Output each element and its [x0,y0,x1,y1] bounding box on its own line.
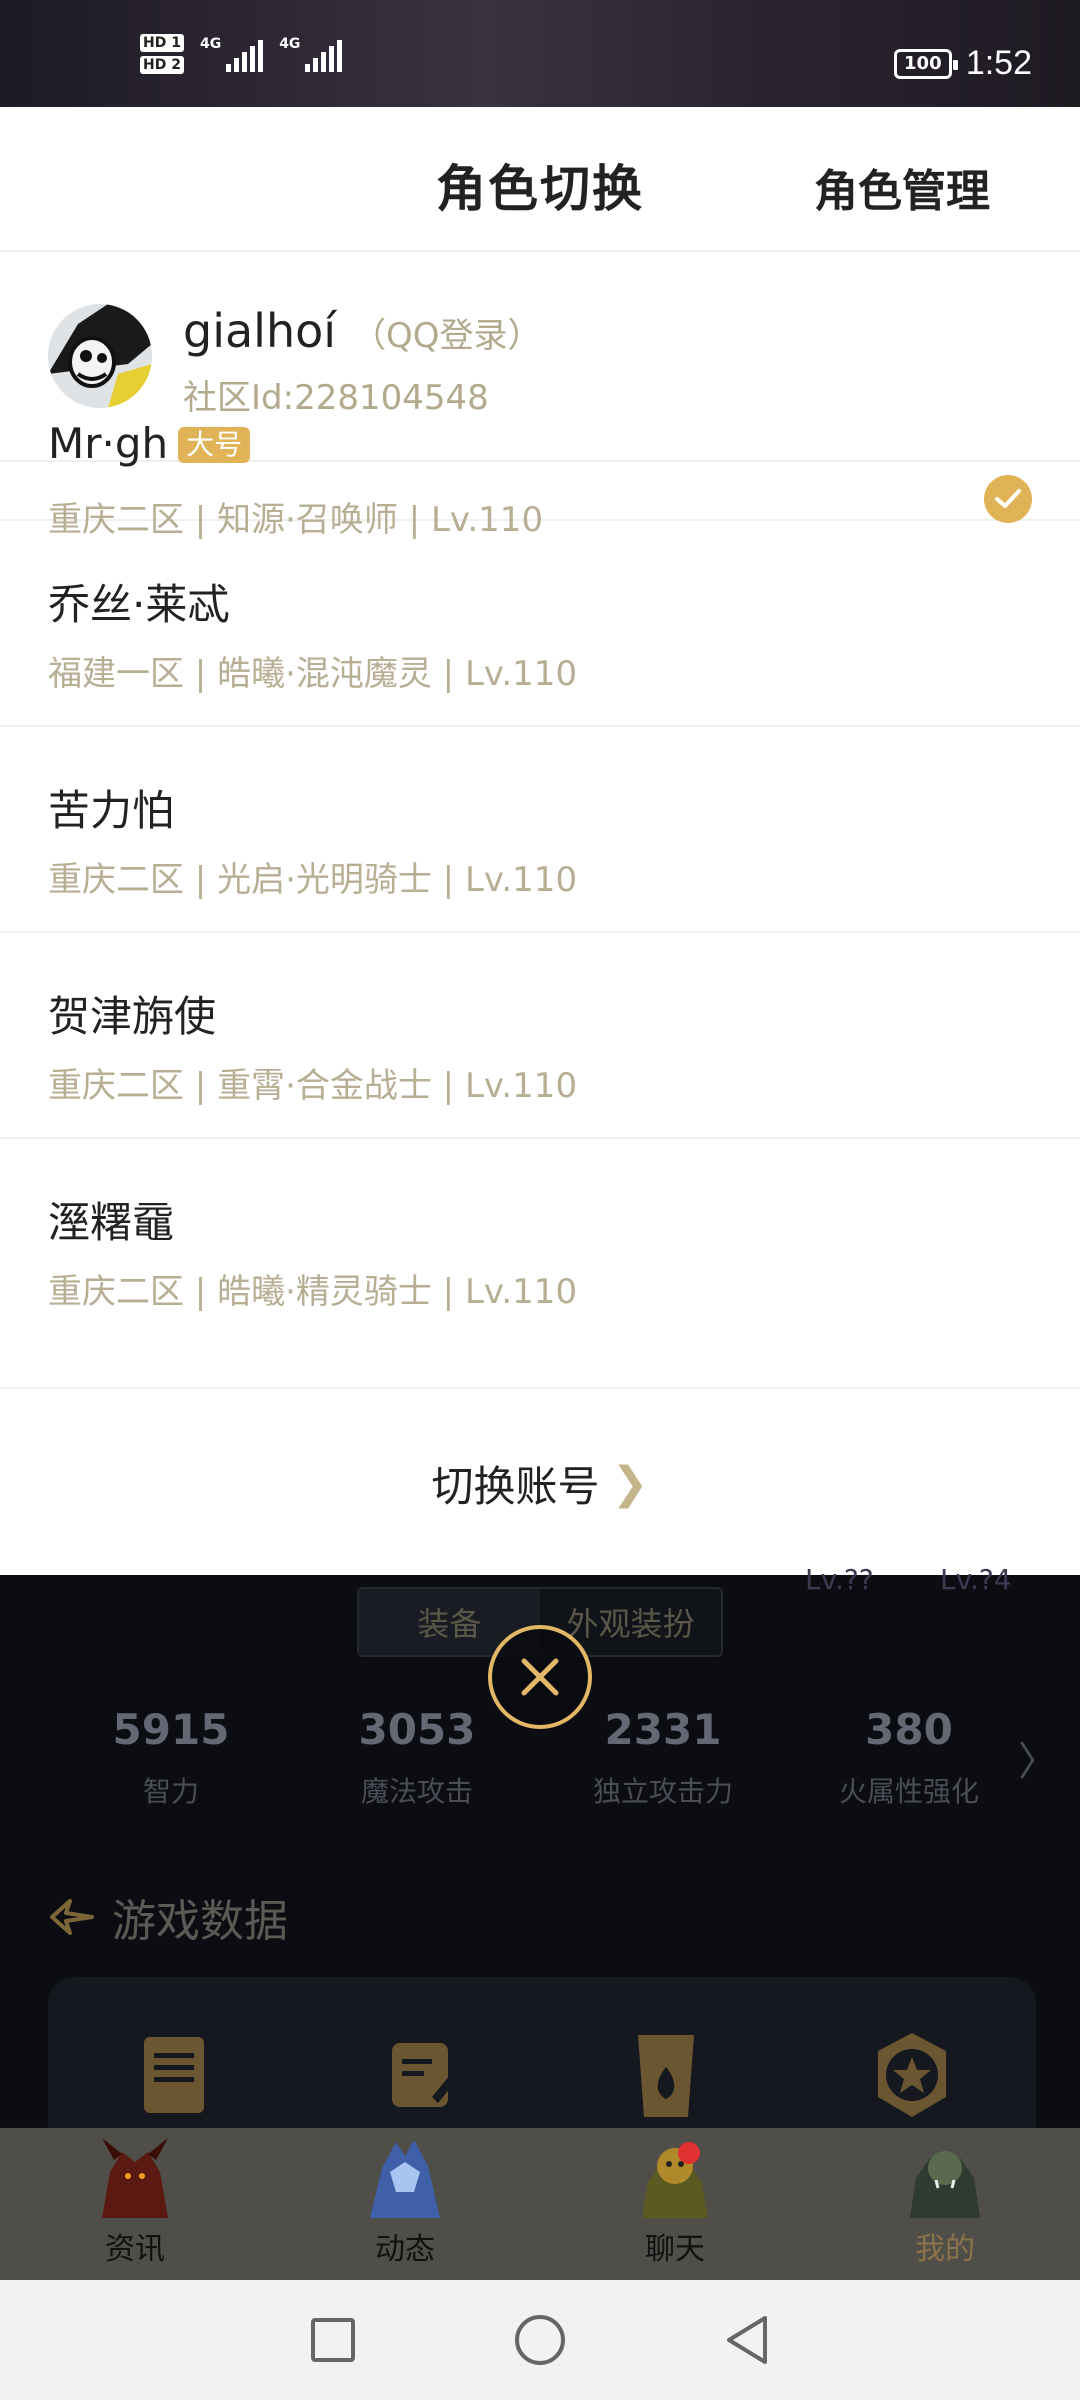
demon-avatar-icon [102,2138,168,2218]
main-account-badge: 大号 [178,427,251,463]
stat-item: 380 火属性强化 [838,1705,979,1808]
switch-account-label: 切换账号 [431,1461,600,1511]
nav-label: 资讯 [105,2232,165,2267]
sheet-header: 角色切换 角色管理 [0,107,1080,252]
role-name: 乔丝·莱忒 [48,580,230,629]
nav-label: 我的 [915,2232,975,2267]
status-bar: HD 1 HD 2 4G 4G 100 1:52 [0,0,1080,107]
hd1-badge: HD 1 [140,34,184,52]
role-item[interactable]: 乔丝·莱忒 福建一区 | 皓曦·混沌魔灵 | Lv.110 [0,521,1080,727]
switch-account-button[interactable]: 切换账号 ❯ [0,1387,1080,1577]
battery-icon: 100 [893,48,958,79]
close-button[interactable] [488,1625,592,1729]
role-name: 苦力怕 [48,786,175,835]
arrow-emblem-icon [50,1899,94,1935]
notification-dot [678,2142,700,2164]
scroll-icon [144,2037,204,2113]
recent-apps-button[interactable] [303,2310,363,2370]
square-icon [311,2318,356,2362]
role-switch-sheet: 角色切换 角色管理 gialhoí （QQ登录） 社区Id:228104548 M… [0,107,1080,1577]
game-data-header: 游戏数据 [48,1885,288,1949]
nav-item-mine[interactable]: 我的 [810,2128,1080,2280]
role-item[interactable]: 贺津旃使 重庆二区 | 重霄·合金战士 | Lv.110 [0,933,1080,1139]
signal-strength-icon-2: 4G [279,36,343,72]
nav-label: 聊天 [645,2232,705,2267]
faint-level-right: Lv.?4 [940,1563,1012,1596]
nav-item-news[interactable]: 资讯 [0,2128,270,2280]
chevron-right-icon[interactable]: 〉 [1018,1729,1058,1787]
clock: 1:52 [965,44,1032,82]
role-item[interactable]: 苦力怕 重庆二区 | 光启·光明骑士 | Lv.110 [0,727,1080,933]
role-info: 重庆二区 | 皓曦·精灵骑士 | Lv.110 [48,1272,578,1312]
role-info: 福建一区 | 皓曦·混沌魔灵 | Lv.110 [48,654,578,694]
edit-document-icon [392,2043,456,2107]
role-name: 溼糬黿 [48,1198,175,1247]
role-info: 重庆二区 | 重霄·合金战士 | Lv.110 [48,1066,578,1106]
orc-avatar-icon [910,2151,980,2218]
faint-level-left: Lv.?? [805,1563,874,1596]
fire-card-icon [638,2035,694,2117]
stat-item: 5915 智力 [112,1705,230,1808]
system-navigation-bar [0,2280,1080,2400]
close-icon [521,1658,559,1696]
ice-creature-icon [370,2140,440,2218]
bottom-nav: 资讯 动态 聊天 我的 [0,2128,1080,2280]
role-name: 贺津旃使 [48,992,217,1041]
selected-check-icon [984,475,1032,523]
section-title: 游戏数据 [112,1896,288,1947]
stat-item: 3053 魔法攻击 [358,1705,476,1808]
triangle-back-icon [726,2316,767,2364]
nav-item-feed[interactable]: 动态 [270,2128,540,2280]
goblin-avatar-icon [642,2148,708,2218]
nav-item-chat[interactable]: 聊天 [540,2128,810,2280]
hd2-badge: HD 2 [140,56,184,74]
profile-background: Lv.?? Lv.?4 装备 外观装扮 5915 智力 3053 魔法攻击 23… [0,1563,1080,2207]
star-badge-icon [878,2033,946,2117]
signal-strength-icon: 4G [200,36,264,72]
chevron-right-icon: ❯ [611,1457,649,1509]
stat-item: 2331 独立攻击力 [592,1705,733,1808]
role-name: Mr·gh 大号 [48,419,251,468]
nav-label: 动态 [375,2232,435,2267]
role-info: 重庆二区 | 光启·光明骑士 | Lv.110 [48,860,578,900]
role-manage-button[interactable]: 角色管理 [814,155,990,219]
back-button[interactable] [717,2310,777,2370]
circle-icon [514,2315,565,2365]
home-button[interactable] [510,2310,570,2370]
signal-area: HD 1 HD 2 4G 4G [140,34,343,74]
role-item[interactable]: 溼糬黿 重庆二区 | 皓曦·精灵骑士 | Lv.110 [0,1139,1080,1349]
role-item[interactable]: Mr·gh 大号 重庆二区 | 知源·召唤师 | Lv.110 [0,315,1080,540]
